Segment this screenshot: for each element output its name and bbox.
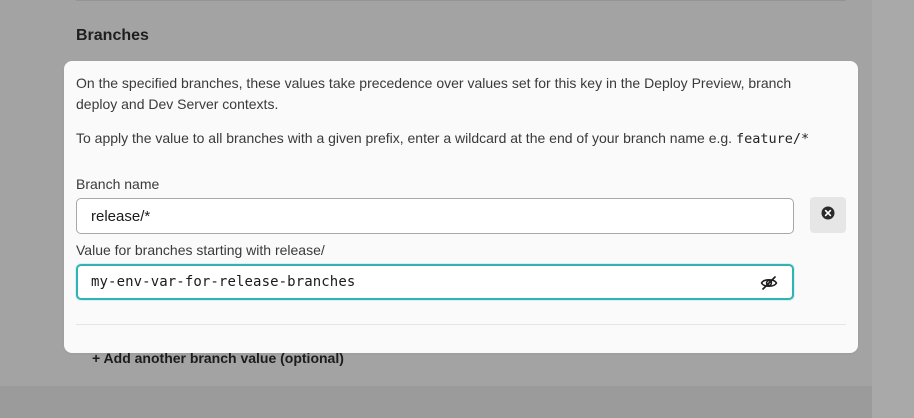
branch-value-label: Value for branches starting with release… — [76, 242, 325, 258]
branch-name-label: Branch name — [76, 176, 160, 192]
branch-name-input[interactable]: release/* — [76, 198, 794, 234]
wildcard-example-code: feature/* — [735, 131, 810, 147]
eye-off-icon[interactable] — [759, 273, 779, 293]
branch-name-input-value: release/* — [91, 207, 151, 225]
dimmed-side-area — [872, 0, 914, 418]
branch-values-dialog: On the specified branches, these values … — [64, 61, 858, 353]
branch-value-input[interactable]: my-env-var-for-release-branches — [76, 264, 794, 300]
wildcard-hint-text: To apply the value to all branches with … — [76, 130, 733, 146]
wildcard-hint: To apply the value to all branches with … — [76, 128, 836, 150]
close-circle-icon — [821, 206, 835, 225]
branches-heading: Branches — [76, 27, 149, 44]
dialog-description: On the specified branches, these values … — [76, 75, 792, 112]
branch-value-input-text: my-env-var-for-release-branches — [91, 274, 356, 290]
dialog-divider — [76, 324, 846, 325]
section-divider — [76, 0, 846, 1]
remove-branch-button[interactable] — [810, 197, 846, 233]
dimmed-footer-area — [0, 386, 872, 418]
